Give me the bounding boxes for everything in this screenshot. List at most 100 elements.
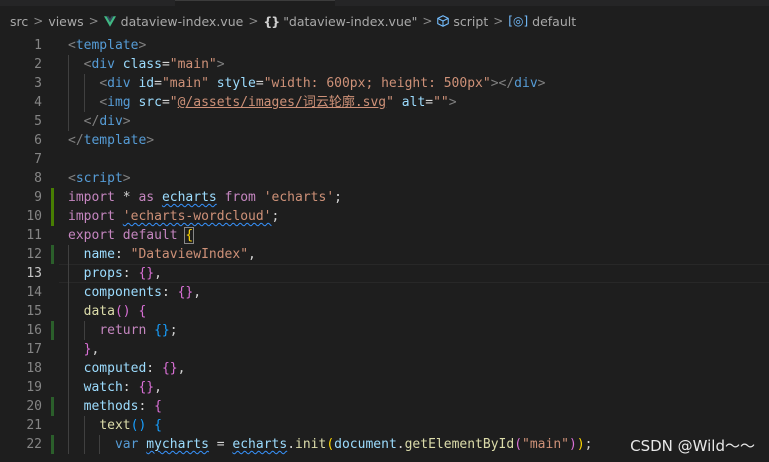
code-token: computed: [83, 361, 147, 376]
code-token: {}: [154, 323, 170, 338]
code-token: =: [154, 76, 162, 91]
code-token: {: [184, 227, 195, 244]
git-change-marker[interactable]: [51, 435, 54, 454]
git-change-marker[interactable]: [51, 207, 54, 226]
code-token: getElementById: [404, 437, 515, 452]
code-token: class: [122, 57, 162, 72]
breadcrumb-separator: >: [33, 14, 44, 28]
breadcrumb-label: default: [532, 13, 577, 29]
line-number: 11: [26, 228, 42, 243]
code-line[interactable]: 21 text() {: [0, 416, 769, 435]
git-change-marker[interactable]: [51, 188, 54, 207]
line-number: 9: [34, 190, 42, 205]
code-token: (): [114, 304, 131, 319]
code-token: name: [83, 247, 115, 262]
code-token: {: [138, 304, 147, 319]
breadcrumb-item-src[interactable]: src: [10, 14, 28, 29]
code-token: ;: [334, 190, 342, 205]
code-line[interactable]: 18 computed: {},: [0, 359, 769, 378]
code-token: as: [138, 190, 155, 205]
code-line[interactable]: 10 import 'echarts-wordcloud';: [0, 207, 769, 226]
breadcrumb-separator: >: [493, 14, 504, 28]
code-line[interactable]: 20 methods: {: [0, 397, 769, 416]
code-token: default: [122, 228, 178, 243]
code-token: =: [161, 57, 170, 72]
line-number: 19: [26, 380, 42, 395]
code-text: computed: {},: [68, 359, 186, 378]
code-token: </: [68, 133, 84, 148]
code-text: <div id="main" style="width: 600px; heig…: [68, 74, 545, 93]
code-token: script: [75, 171, 123, 186]
code-line[interactable]: 3 <div id="main" style="width: 600px; he…: [0, 74, 769, 93]
current-line-highlight: [59, 264, 769, 283]
code-token: style: [216, 76, 256, 91]
code-text: <div class="main">: [68, 55, 225, 74]
line-number: 8: [34, 171, 42, 186]
code-token: {}: [138, 380, 155, 395]
code-line[interactable]: 8 <script>: [0, 169, 769, 188]
git-change-marker[interactable]: [51, 245, 54, 264]
code-token: ;: [271, 209, 280, 224]
breadcrumb-item-default[interactable]: [◎] default: [508, 14, 576, 29]
code-line[interactable]: 4 <img src="@/assets/images/词云轮廓.svg" al…: [0, 93, 769, 112]
code-line[interactable]: 5 </div>: [0, 112, 769, 131]
code-line[interactable]: 7: [0, 150, 769, 169]
code-line[interactable]: 2 <div class="main">: [0, 55, 769, 74]
line-number: 3: [34, 76, 42, 91]
code-line[interactable]: 11 export default {: [0, 226, 769, 245]
code-line[interactable]: 12 name: "DataviewIndex",: [0, 245, 769, 264]
code-line[interactable]: 6 </template>: [0, 131, 769, 150]
code-token: "main": [522, 437, 569, 452]
breadcrumb-item-file[interactable]: dataview-index.vue: [103, 14, 243, 29]
line-number: 16: [26, 323, 42, 338]
line-number: 21: [26, 418, 42, 433]
code-line[interactable]: 1 <template>: [0, 36, 769, 55]
code-line[interactable]: 17 },: [0, 340, 769, 359]
code-token: document: [334, 437, 397, 452]
code-token: methods: [83, 399, 139, 414]
code-line[interactable]: 13 props: {},: [0, 264, 769, 283]
line-number: 1: [34, 38, 42, 53]
line-number: 6: [34, 133, 42, 148]
breadcrumb-item-views[interactable]: views: [48, 14, 83, 29]
code-token: ": [386, 95, 394, 110]
code-editor[interactable]: 1 <template> 2 <div class="main"> 3 <div id…: [0, 36, 769, 462]
git-change-marker[interactable]: [51, 321, 54, 340]
breadcrumb-label: views: [48, 13, 84, 29]
code-token: echarts: [232, 437, 288, 452]
line-number: 7: [34, 152, 42, 167]
code-line[interactable]: 9 import * as echarts from 'echarts';: [0, 188, 769, 207]
breadcrumb-item-module[interactable]: {} "dataview-index.vue": [263, 14, 417, 29]
code-line[interactable]: 19 watch: {},: [0, 378, 769, 397]
git-change-marker[interactable]: [51, 397, 54, 416]
code-token: ": [169, 95, 178, 110]
breadcrumb-separator: >: [88, 14, 99, 28]
braces-icon: {}: [263, 13, 280, 29]
code-token: data: [83, 304, 115, 319]
code-line[interactable]: 14 components: {},: [0, 283, 769, 302]
line-number: 17: [26, 342, 42, 357]
code-text: methods: {: [68, 397, 162, 416]
code-line[interactable]: 16 return {};: [0, 321, 769, 340]
line-number: 5: [34, 114, 42, 129]
code-token: :: [138, 399, 155, 414]
code-token: div: [99, 114, 123, 129]
code-text: </div>: [68, 112, 131, 131]
code-token: "DataviewIndex": [130, 247, 249, 262]
breadcrumb-item-script[interactable]: script: [437, 14, 488, 29]
code-token: =: [161, 95, 170, 110]
code-token: props: [83, 266, 123, 281]
code-token: 'echarts-wordcloud': [122, 209, 272, 224]
code-token: 'echarts': [263, 190, 335, 205]
code-line[interactable]: 15 data() {: [0, 302, 769, 321]
